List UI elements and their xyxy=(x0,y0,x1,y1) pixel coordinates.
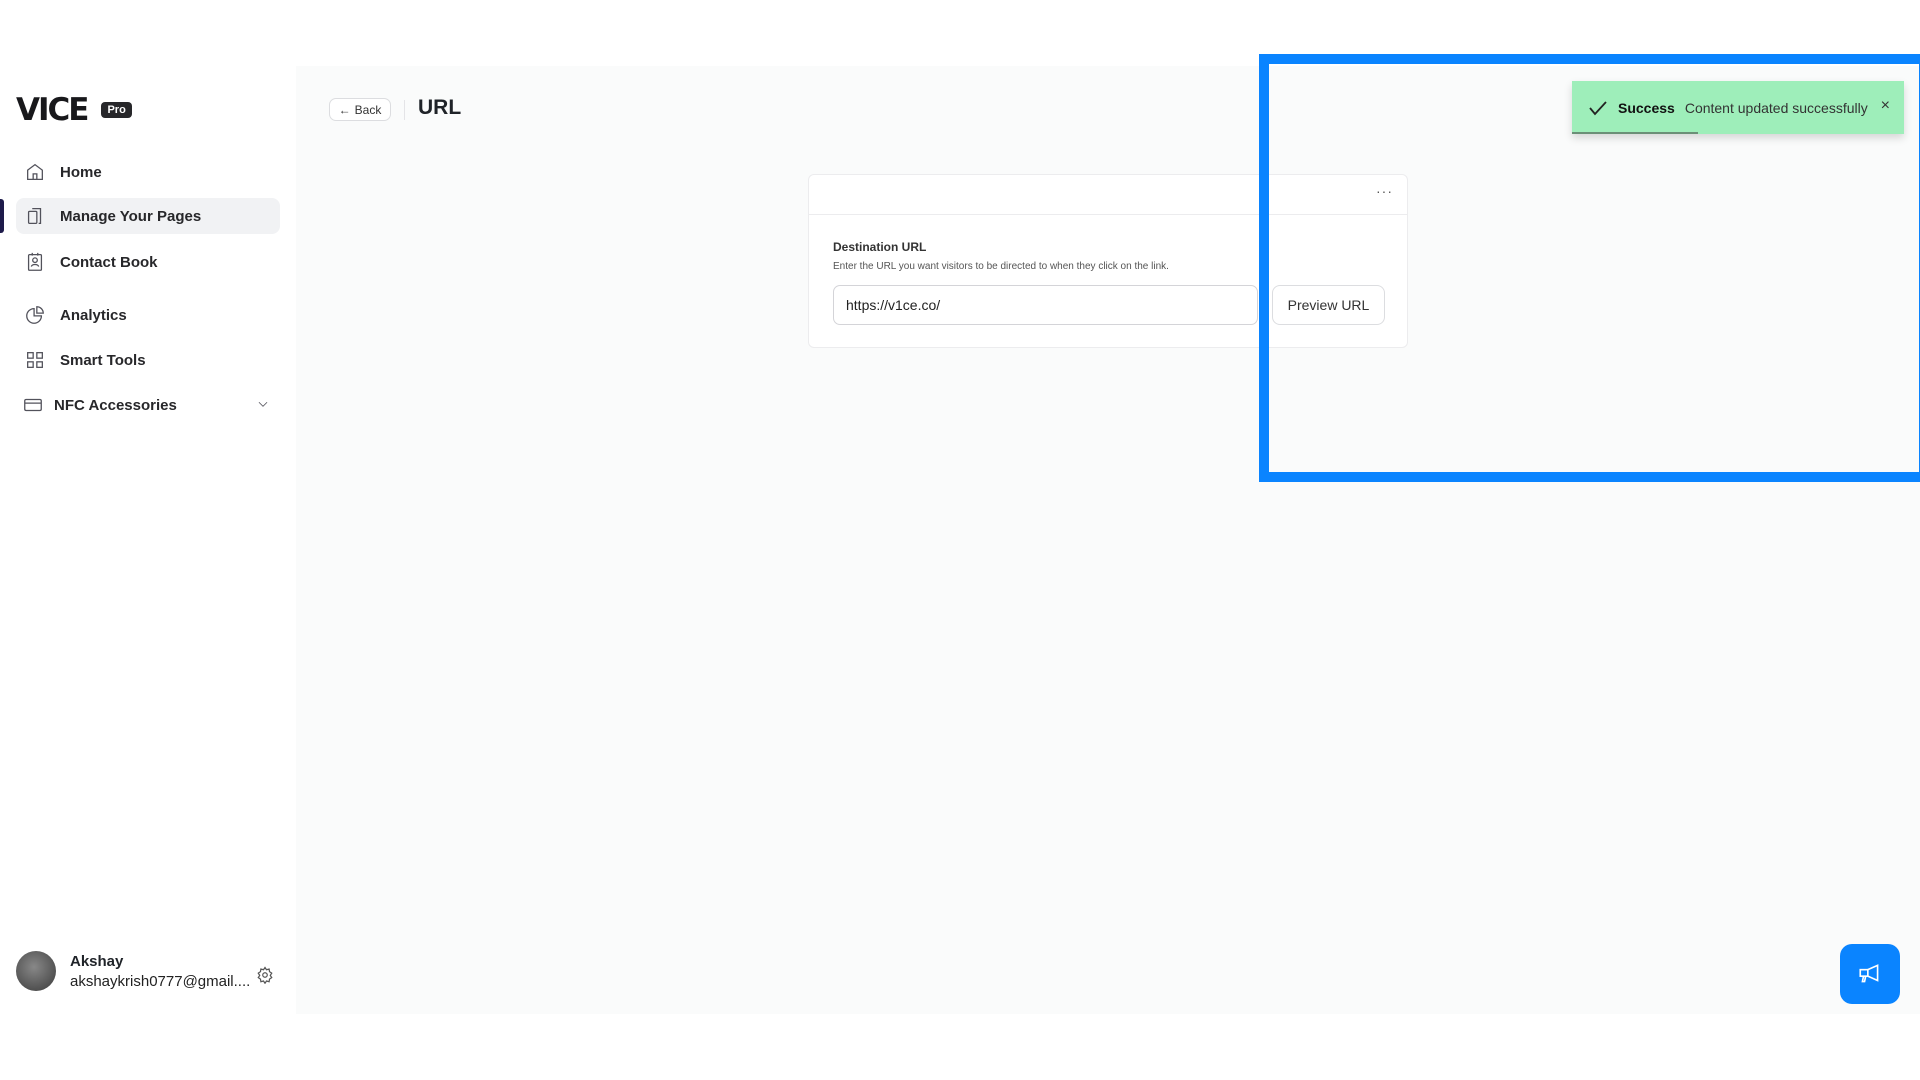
sidebar-item-home[interactable]: Home xyxy=(16,154,280,190)
active-indicator xyxy=(0,199,4,233)
chevron-down-icon[interactable] xyxy=(256,397,270,411)
sidebar-item-analytics[interactable]: Analytics xyxy=(16,297,280,333)
pie-chart-icon xyxy=(26,306,44,324)
sidebar-item-label: Home xyxy=(60,163,102,181)
sidebar-item-contact-book[interactable]: Contact Book xyxy=(16,244,280,280)
sidebar-item-label: NFC Accessories xyxy=(54,396,177,414)
destination-url-input[interactable]: https://v1ce.co/ xyxy=(833,285,1258,325)
sidebar-item-label: Manage Your Pages xyxy=(60,207,202,225)
toast-title: Success xyxy=(1618,99,1675,116)
toast-progress-bar xyxy=(1572,132,1699,134)
sidebar-item-label: Contact Book xyxy=(60,253,158,271)
sidebar-item-label: Smart Tools xyxy=(60,351,146,369)
url-card: ··· Destination URL Enter the URL you wa… xyxy=(808,174,1408,348)
avatar xyxy=(16,951,56,991)
announcements-button[interactable] xyxy=(1840,944,1900,1004)
back-label: Back xyxy=(354,102,382,117)
destination-url-description: Enter the URL you want visitors to be di… xyxy=(833,261,1169,272)
sidebar-item-manage-pages[interactable]: Manage Your Pages xyxy=(16,198,280,234)
destination-url-label: Destination URL xyxy=(833,240,927,254)
logo-text: VICE xyxy=(16,92,89,128)
megaphone-icon xyxy=(1859,964,1879,983)
arrow-left-icon: ← xyxy=(338,102,351,117)
pages-icon xyxy=(27,208,42,224)
home-icon xyxy=(27,163,43,180)
more-options-icon[interactable]: ··· xyxy=(1376,183,1393,199)
logo[interactable]: VICE Pro xyxy=(16,92,132,128)
success-toast: Success Content updated successfully × xyxy=(1572,81,1904,134)
contact-book-icon xyxy=(27,252,43,271)
toast-message: Content updated successfully xyxy=(1684,99,1868,116)
sidebar-item-smart-tools[interactable]: Smart Tools xyxy=(16,342,280,378)
pro-badge: Pro xyxy=(101,102,132,118)
user-profile[interactable]: Akshay akshaykrish0777@gmail.... xyxy=(16,951,250,991)
close-icon[interactable]: × xyxy=(1881,97,1890,115)
user-name: Akshay xyxy=(70,952,124,970)
divider xyxy=(404,100,405,120)
sidebar-item-nfc-accessories[interactable]: NFC Accessories xyxy=(16,387,280,423)
user-email: akshaykrish0777@gmail.... xyxy=(70,972,251,990)
card-icon xyxy=(24,398,42,412)
preview-url-button[interactable]: Preview URL xyxy=(1272,285,1385,325)
page-title: URL xyxy=(418,96,462,119)
gear-icon[interactable] xyxy=(256,966,274,984)
grid-icon xyxy=(27,352,43,368)
sidebar-item-label: Analytics xyxy=(60,306,127,324)
card-header: ··· xyxy=(809,175,1407,215)
check-icon xyxy=(1589,100,1607,115)
back-button[interactable]: ← Back xyxy=(329,98,391,121)
